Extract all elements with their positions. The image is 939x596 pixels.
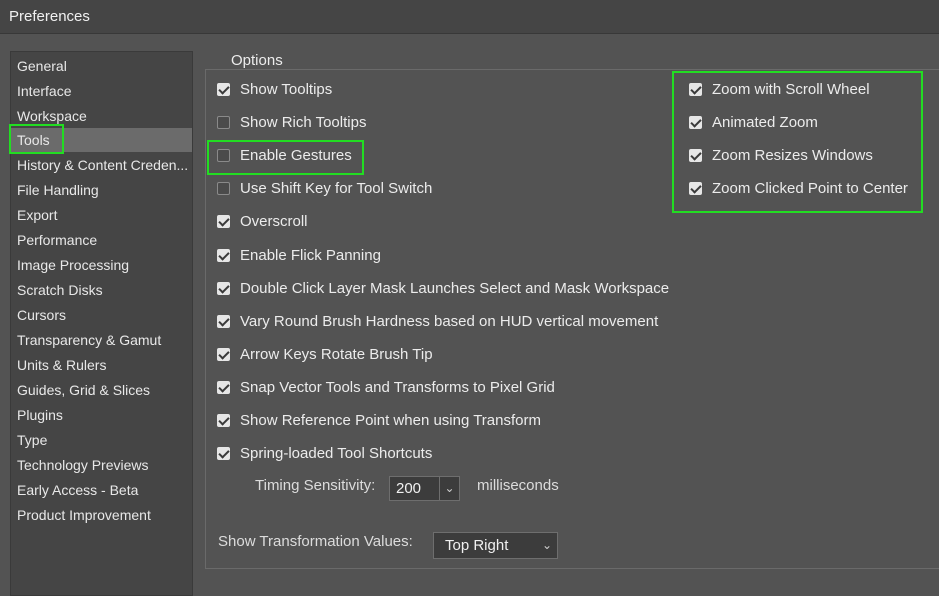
checkbox-icon[interactable] <box>217 116 230 129</box>
sidebar-item-units-rulers[interactable]: Units & Rulers <box>11 353 192 377</box>
chevron-down-icon[interactable]: ⌄ <box>542 538 552 552</box>
preferences-sidebar: General Interface Workspace Tools Histor… <box>9 51 193 596</box>
timing-sensitivity-input[interactable]: 200 ⌄ <box>389 476 460 501</box>
sidebar-item-performance[interactable]: Performance <box>11 228 192 252</box>
checkbox-icon[interactable] <box>217 315 230 328</box>
checkbox-icon[interactable] <box>217 348 230 361</box>
option-label: Arrow Keys Rotate Brush Tip <box>240 346 433 363</box>
sidebar-item-technology-previews[interactable]: Technology Previews <box>11 453 192 477</box>
sidebar-item-general[interactable]: General <box>11 54 192 78</box>
sidebar-item-tools[interactable]: Tools <box>11 128 192 152</box>
window-title: Preferences <box>9 8 90 25</box>
option-label: Zoom Resizes Windows <box>712 147 873 164</box>
transformation-values-label: Show Transformation Values: <box>218 533 413 550</box>
checkbox-icon[interactable] <box>217 182 230 195</box>
timing-unit-label: milliseconds <box>477 477 559 494</box>
sidebar-item-cursors[interactable]: Cursors <box>11 303 192 327</box>
option-label: Use Shift Key for Tool Switch <box>240 180 433 197</box>
checkbox-icon[interactable] <box>217 414 230 427</box>
option-label: Show Rich Tooltips <box>240 114 367 131</box>
sidebar-item-workspace[interactable]: Workspace <box>11 104 192 128</box>
sidebar-item-transparency-gamut[interactable]: Transparency & Gamut <box>11 328 192 352</box>
option-label: Vary Round Brush Hardness based on HUD v… <box>240 313 659 330</box>
checkbox-icon[interactable] <box>689 182 702 195</box>
chevron-down-icon[interactable]: ⌄ <box>439 477 459 500</box>
option-label: Show Tooltips <box>240 81 333 98</box>
sidebar-item-export[interactable]: Export <box>11 203 192 227</box>
sidebar-item-interface[interactable]: Interface <box>11 79 192 103</box>
option-label: Spring-loaded Tool Shortcuts <box>240 445 433 462</box>
timing-sensitivity-value: 200 <box>396 480 422 497</box>
checkbox-icon[interactable] <box>217 215 230 228</box>
options-legend: Options <box>225 52 289 69</box>
checkbox-icon[interactable] <box>689 116 702 129</box>
title-bar: Preferences <box>0 0 939 34</box>
checkbox-icon[interactable] <box>217 381 230 394</box>
sidebar-item-file-handling[interactable]: File Handling <box>11 178 192 202</box>
sidebar-item-early-access-beta[interactable]: Early Access - Beta <box>11 478 192 502</box>
option-label: Double Click Layer Mask Launches Select … <box>240 280 670 297</box>
sidebar-item-image-processing[interactable]: Image Processing <box>11 253 192 277</box>
checkbox-icon[interactable] <box>217 83 230 96</box>
sidebar-item-scratch-disks[interactable]: Scratch Disks <box>11 278 192 302</box>
sidebar-item-type[interactable]: Type <box>11 428 192 452</box>
checkbox-icon[interactable] <box>217 249 230 262</box>
option-label: Show Reference Point when using Transfor… <box>240 412 541 429</box>
timing-sensitivity-label: Timing Sensitivity: <box>255 477 376 494</box>
sidebar-item-guides-grid-slices[interactable]: Guides, Grid & Slices <box>11 378 192 402</box>
transformation-values-select[interactable]: Top Right ⌄ <box>433 532 558 559</box>
option-label: Enable Gestures <box>240 147 352 164</box>
sidebar-item-product-improvement[interactable]: Product Improvement <box>11 503 192 527</box>
checkbox-icon[interactable] <box>217 282 230 295</box>
checkbox-icon[interactable] <box>217 149 230 162</box>
transformation-values-value: Top Right <box>445 537 509 554</box>
option-label: Animated Zoom <box>712 114 818 131</box>
option-label: Zoom with Scroll Wheel <box>712 81 870 98</box>
checkbox-icon[interactable] <box>689 149 702 162</box>
option-label: Enable Flick Panning <box>240 247 381 264</box>
option-label: Zoom Clicked Point to Center <box>712 180 908 197</box>
option-label: Overscroll <box>240 213 308 230</box>
option-label: Snap Vector Tools and Transforms to Pixe… <box>240 379 555 396</box>
sidebar-item-history-content-credentials[interactable]: History & Content Creden... <box>11 153 192 177</box>
checkbox-icon[interactable] <box>689 83 702 96</box>
checkbox-icon[interactable] <box>217 447 230 460</box>
sidebar-item-plugins[interactable]: Plugins <box>11 403 192 427</box>
